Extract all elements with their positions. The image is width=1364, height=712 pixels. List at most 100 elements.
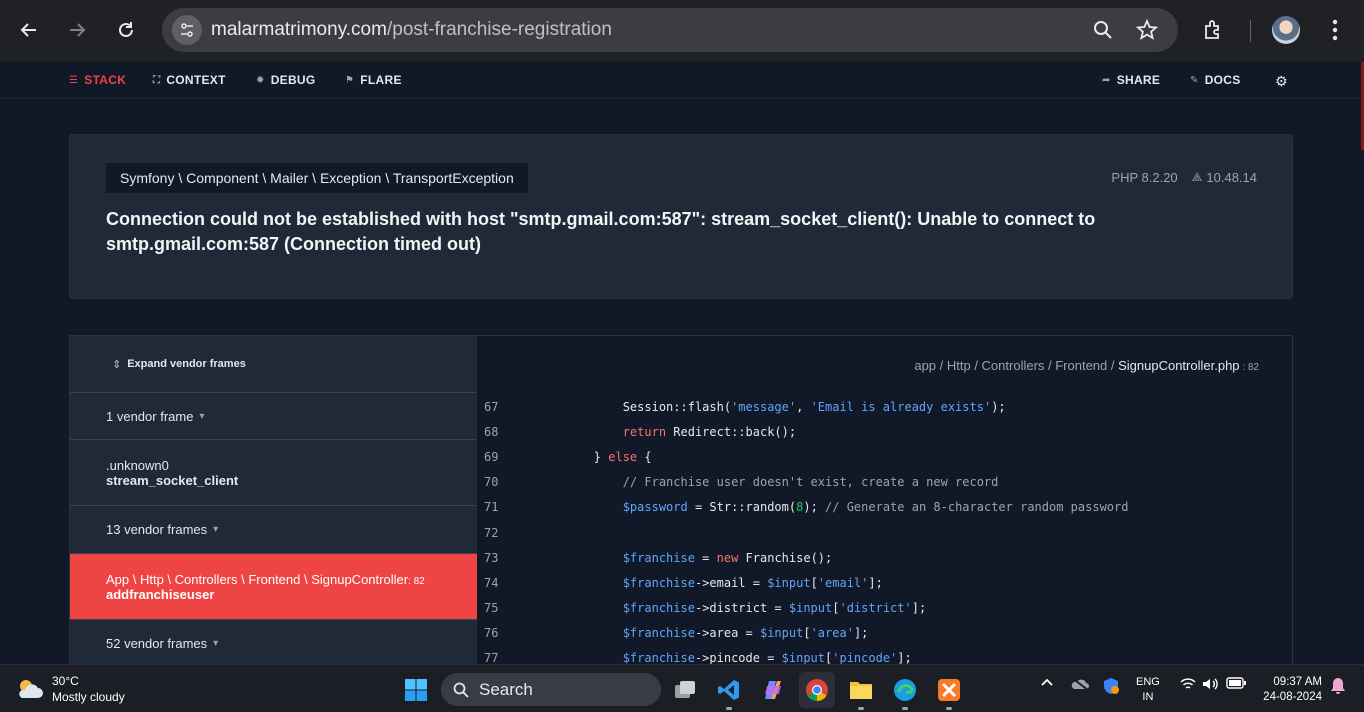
line-text: $franchise->area = $input['area']; (622, 626, 869, 641)
line-number: 77 (484, 651, 499, 665)
line-text: $franchise = new Franchise(); (622, 550, 833, 565)
exception-card: Symfony \ Component \ Mailer \ Exception… (69, 134, 1293, 299)
tab-debug[interactable]: ✹ DEBUG (256, 73, 316, 87)
line-text: Session::flash('message', 'Email is alre… (536, 399, 1006, 414)
battery-icon[interactable] (1226, 677, 1246, 689)
volume-icon[interactable] (1202, 677, 1220, 691)
taskbar-search[interactable]: Search (441, 673, 661, 706)
vendor-frame-group[interactable]: 52 vendor frames ▾ (70, 620, 477, 665)
stack-frame[interactable]: .unknown0 stream_socket_client (70, 440, 477, 506)
tab-label: FLARE (360, 73, 402, 87)
profile-avatar[interactable] (1272, 16, 1300, 44)
windows-taskbar: 30°C Mostly cloudy Search ENG IN 09:37 A… (0, 664, 1364, 712)
weather-widget[interactable]: 30°C Mostly cloudy (16, 673, 125, 705)
code-lines: 67 Session::flash('message', 'Email is a… (478, 394, 1292, 665)
file-explorer-icon[interactable] (843, 672, 879, 710)
exception-message: Connection could not be established with… (106, 209, 1096, 254)
expand-label: Expand vendor frames (127, 358, 246, 370)
start-button[interactable] (398, 672, 434, 708)
url-path: /post-franchise-registration (386, 19, 612, 40)
forward-button[interactable] (60, 13, 94, 47)
laravel-version-group: ⟁ 10.48.14 (1192, 170, 1257, 185)
group-label: 52 vendor frames (106, 636, 208, 651)
vendor-frame-group[interactable]: 13 vendor frames ▾ (70, 506, 477, 554)
edge-icon[interactable] (887, 672, 923, 710)
chevron-down-icon: ▾ (213, 638, 219, 649)
chevron-down-icon: ▾ (213, 524, 219, 535)
expand-vendor-frames-button[interactable]: ⇕ Expand vendor frames (70, 336, 477, 393)
line-text: $password = Str::random(8); // Generate … (622, 500, 1129, 515)
copilot-icon[interactable] (755, 672, 791, 708)
line-number: 75 (484, 601, 499, 616)
frame-line: : 82 (408, 575, 425, 587)
share-icon: ➦ (1102, 74, 1111, 86)
code-line: 69 } else { (478, 444, 1292, 469)
line-number: 70 (484, 475, 499, 490)
ignition-navbar: ☰ STACK ⛶ CONTEXT ✹ DEBUG ⚑ FLARE ➦ SHARE ✎ DO… (0, 62, 1364, 99)
arrow-right-icon (70, 23, 86, 37)
task-view-icon[interactable] (667, 672, 703, 708)
group-label: 1 vendor frame (106, 408, 194, 424)
tab-label: DEBUG (270, 73, 316, 87)
tab-context[interactable]: ⛶ CONTEXT (153, 73, 226, 87)
tab-stack[interactable]: ☰ STACK (69, 73, 126, 87)
line-number: 76 (484, 626, 499, 641)
more-menu-icon[interactable] (1320, 15, 1350, 45)
address-bar[interactable]: malarmatrimony.com/post-franchise-regist… (162, 8, 1178, 52)
chrome-icon[interactable] (799, 672, 835, 708)
chevron-down-icon: ▾ (199, 410, 205, 422)
line-number: 74 (484, 575, 499, 590)
code-line: 77 $franchise->pincode = $input['pincode… (478, 646, 1292, 665)
line-number: 73 (484, 550, 499, 565)
xampp-icon[interactable] (931, 672, 967, 710)
browser-toolbar: malarmatrimony.com/post-franchise-regist… (0, 0, 1364, 62)
exception-class: Symfony \ Component \ Mailer \ Exception… (106, 163, 528, 193)
vscode-icon[interactable] (711, 672, 747, 710)
onedrive-offline-icon[interactable] (1070, 677, 1090, 691)
notification-bell-icon[interactable] (1330, 677, 1346, 695)
chevron-up-icon[interactable] (1040, 677, 1054, 687)
line-text: // Franchise user doesn't exist, create … (622, 475, 999, 490)
stack-frame-active[interactable]: App \ Http \ Controllers \ Frontend \ Si… (70, 554, 477, 620)
bookmark-star-icon[interactable] (1135, 18, 1159, 42)
zoom-search-icon[interactable] (1091, 18, 1115, 42)
weather-text: Mostly cloudy (52, 690, 125, 704)
bug-icon: ✹ (256, 74, 265, 86)
security-shield-icon[interactable] (1102, 677, 1120, 695)
settings-button[interactable]: ⚙ (1275, 73, 1288, 90)
temperature: 30°C (52, 674, 79, 688)
docs-icon: ✎ (1190, 74, 1199, 86)
php-version: PHP 8.2.20 (1111, 170, 1178, 185)
vendor-frame-group[interactable]: 1 vendor frame ▾ (70, 393, 477, 440)
code-line: 75 $franchise->district = $input['distri… (478, 596, 1292, 621)
reload-button[interactable] (109, 13, 143, 47)
frame-file: App \ Http \ Controllers \ Frontend \ Si… (106, 571, 409, 587)
system-clock[interactable]: 09:37 AM 24-08-2024 (1256, 675, 1322, 705)
code-line: 71 $password = Str::random(8); // Genera… (478, 495, 1292, 520)
context-icon: ⛶ (153, 74, 161, 86)
share-button[interactable]: ➦ SHARE (1102, 73, 1160, 87)
wifi-icon[interactable] (1180, 677, 1196, 691)
clock-date: 24-08-2024 (1263, 691, 1322, 703)
language-indicator[interactable]: ENG IN (1136, 675, 1160, 705)
windows-logo-icon (405, 679, 427, 701)
search-label: Search (479, 679, 533, 699)
line-number: 71 (484, 500, 499, 515)
lang-code: ENG (1136, 676, 1160, 688)
extensions-icon[interactable] (1199, 15, 1229, 45)
frame-method: addfranchiseuser (106, 586, 215, 602)
frame-file: .unknown0 (106, 457, 169, 473)
gear-icon: ⚙ (1275, 73, 1288, 89)
code-file-path[interactable]: app / Http / Controllers / Frontend / Si… (914, 358, 1259, 373)
url-text[interactable]: malarmatrimony.com/post-franchise-regist… (211, 19, 612, 41)
line-number: 69 (484, 449, 499, 464)
version-info: PHP 8.2.20 ⟁ 10.48.14 (1111, 170, 1257, 185)
back-button[interactable] (12, 13, 46, 47)
docs-button[interactable]: ✎ DOCS (1190, 73, 1241, 87)
tab-flare[interactable]: ⚑ FLARE (345, 73, 402, 87)
stack-icon: ☰ (69, 74, 79, 86)
site-info-icon[interactable] (172, 15, 202, 45)
line-text: $franchise->email = $input['email']; (622, 575, 883, 590)
arrow-left-icon (20, 23, 36, 37)
line-number: : 82 (1239, 362, 1259, 373)
